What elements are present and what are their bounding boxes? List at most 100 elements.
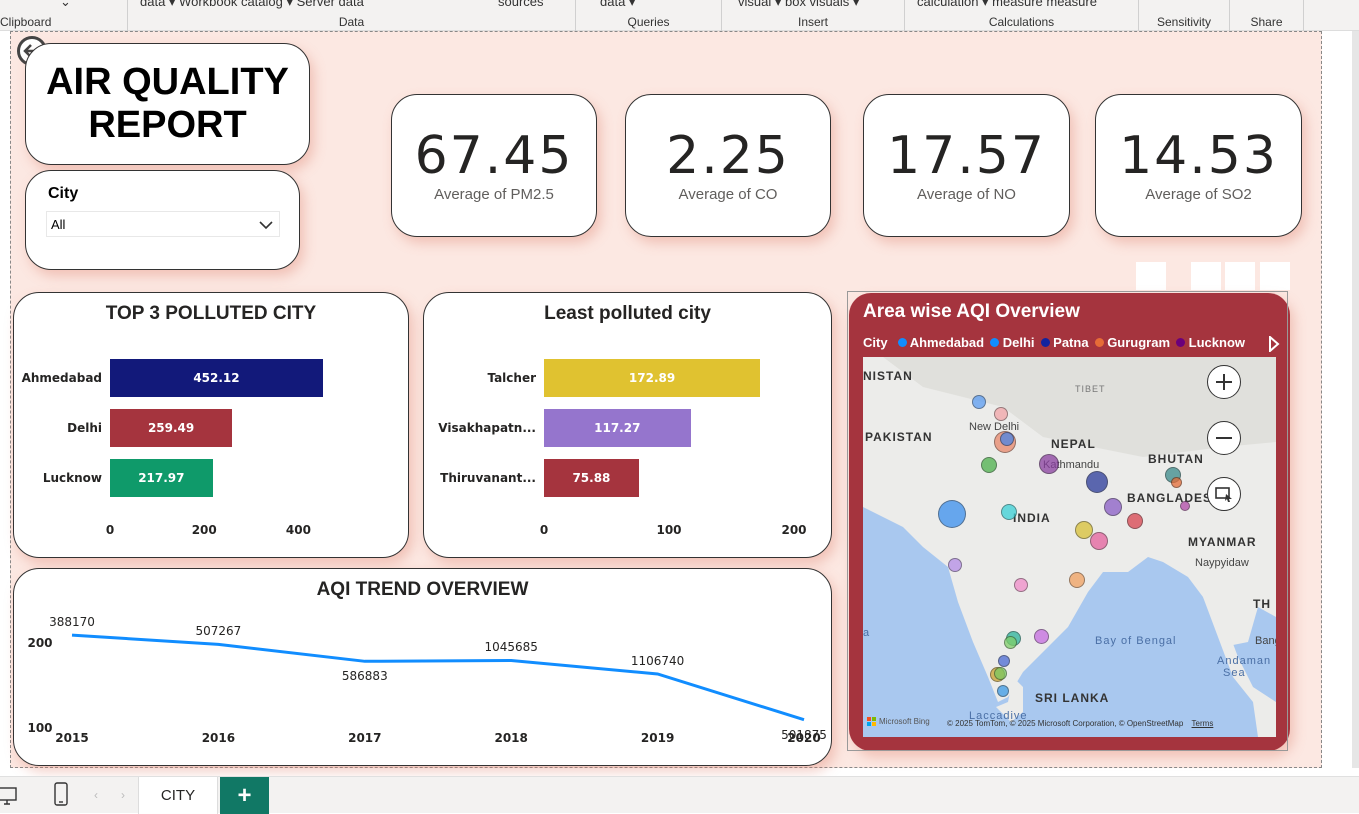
legend-item-patna[interactable]: Patna (1040, 335, 1089, 350)
map-bubble (994, 407, 1008, 421)
map-bubble (1090, 532, 1108, 550)
report-canvas: AIR QUALITY REPORT City All 67.45 Averag… (10, 31, 1322, 768)
kpi-card-co: 2.25 Average of CO (625, 94, 831, 237)
top3-bar[interactable]: 217.97 (110, 459, 213, 497)
ribbon-group-share[interactable]: Share (1230, 0, 1304, 31)
add-page-button[interactable]: + (220, 777, 269, 814)
prev-page-icon[interactable]: ‹ (94, 788, 98, 802)
map-place-label: PAKISTAN (865, 430, 933, 444)
plus-icon (1216, 374, 1232, 390)
report-title-line2: REPORT (88, 104, 247, 146)
trend-x-tick-label: 2018 (494, 731, 528, 745)
bing-label: Microsoft Bing (879, 717, 930, 726)
top3-bar[interactable]: 259.49 (110, 409, 233, 447)
legend-dot (1040, 338, 1050, 347)
map-bubble (1014, 578, 1028, 592)
trend-chart-card[interactable]: AQI TREND OVERVIEW 2015 388170 2016 507267 2… (13, 568, 832, 766)
legend-item-ahmedabad[interactable]: Ahmedabad (897, 335, 984, 350)
city-dropdown[interactable]: All (46, 211, 280, 237)
visual-header-icon-3[interactable] (1225, 262, 1255, 290)
map-place-label: Sea (1223, 667, 1246, 679)
windows-logo-icon (867, 717, 876, 726)
ribbon: ⌄ Clipboard data ▾ Workbook catalog ▾ Se… (0, 0, 1359, 31)
map-area[interactable]: NISTAN PAKISTAN TIBET New Delhi NEPAL Kathman… (863, 357, 1276, 737)
visual-header-icon-4[interactable] (1260, 262, 1290, 290)
trend-data-label: 501875 (781, 727, 827, 742)
map-bubble (972, 395, 986, 409)
visual-header-icon-1[interactable] (1136, 262, 1166, 290)
trend-plot (71, 633, 805, 722)
least-bar[interactable]: 117.27 (544, 409, 691, 447)
top3-data-label: 217.97 (138, 471, 185, 485)
vertical-scrollbar[interactable] (1352, 31, 1359, 768)
least-tick-label: 0 (539, 523, 549, 537)
ribbon-data-buttons[interactable]: data ▾ Workbook catalog ▾ Server data (140, 0, 364, 10)
ribbon-group-insert: visual ▾ box visuals ▾ Insert (722, 0, 905, 31)
kpi-card-pm25: 67.45 Average of PM2.5 (391, 94, 597, 237)
ribbon-clipboard-top[interactable]: ⌄ (60, 0, 71, 10)
top3-tick-label: 0 (105, 523, 115, 537)
top3-bar[interactable]: 452.12 (110, 359, 323, 397)
ribbon-queries-button[interactable]: data ▾ (600, 0, 635, 10)
ribbon-calc-buttons[interactable]: calculation ▾ measure measure (917, 0, 1097, 10)
legend-item-gurugram[interactable]: Gurugram (1094, 335, 1170, 350)
least-bar[interactable]: 75.88 (544, 459, 639, 497)
page-tab-city[interactable]: CITY (138, 777, 218, 814)
trend-y-tick-label: 100 (27, 721, 53, 735)
map-bubble (1127, 513, 1143, 529)
map-legend: City Ahmedabad Delhi Patna Gurugram Luck… (863, 335, 1245, 350)
ribbon-insert-buttons[interactable]: visual ▾ box visuals ▾ (738, 0, 859, 10)
ribbon-group-queries: data ▾ Queries (576, 0, 722, 31)
ribbon-clipboard-label: Clipboard (0, 15, 52, 29)
top3-tick-label: 200 (191, 523, 217, 537)
ribbon-queries-label: Queries (627, 15, 670, 29)
legend-item-delhi[interactable]: Delhi (990, 335, 1035, 350)
legend-next-icon[interactable] (1268, 336, 1280, 352)
map-place-label: New Delhi (969, 421, 1020, 433)
city-dropdown-value: All (51, 217, 66, 232)
ribbon-group-calculations: calculation ▾ measure measure Calculatio… (905, 0, 1139, 31)
ribbon-group-sensitivity[interactable]: Sensitivity (1139, 0, 1230, 31)
kpi-value-so2: 14.53 (1119, 126, 1278, 186)
legend-dot (897, 338, 907, 347)
legend-item-lucknow[interactable]: Lucknow (1176, 335, 1245, 350)
desktop-view-icon[interactable] (0, 785, 18, 807)
mobile-view-icon[interactable] (53, 782, 69, 808)
trend-series-line[interactable] (71, 633, 805, 722)
kpi-value-pm25: 67.45 (414, 126, 574, 186)
top3-chart-card[interactable]: TOP 3 POLLUTED CITY Ahmedabad 452.12 Delhi… (13, 292, 409, 558)
legend-label: Patna (1053, 335, 1089, 350)
ribbon-data-sources[interactable]: sources (498, 0, 544, 9)
map-bubble (1180, 501, 1190, 511)
visual-header-icon-2[interactable] (1191, 262, 1221, 290)
map-place-label: MYANMAR (1188, 535, 1257, 549)
map-select-icon (1215, 487, 1232, 502)
ribbon-sensitivity-label: Sensitivity (1156, 15, 1212, 29)
add-page-icon: + (237, 781, 252, 809)
page-tab-label: CITY (160, 787, 196, 804)
least-data-label: 117.27 (594, 421, 641, 435)
least-chart-card[interactable]: Least polluted city Talcher 172.89 Visakha… (423, 292, 832, 558)
kpi-label-pm25: Average of PM2.5 (434, 186, 554, 203)
least-bar[interactable]: 172.89 (544, 359, 761, 397)
trend-data-label: 1106740 (630, 654, 685, 668)
map-visual[interactable]: Area wise AQI Overview City Ahmedabad De… (849, 293, 1290, 751)
zoom-out-button[interactable] (1207, 421, 1241, 455)
trend-data-label: 507267 (195, 624, 242, 639)
ribbon-insert-label: Insert (797, 15, 828, 29)
map-bubble (981, 457, 997, 473)
map-bubble (1170, 476, 1182, 488)
legend-label: Lucknow (1188, 335, 1245, 350)
ribbon-group-data: data ▾ Workbook catalog ▾ Server data so… (128, 0, 576, 31)
terms-link[interactable]: Terms (1192, 719, 1214, 728)
top3-tick-label: 400 (285, 523, 311, 537)
zoom-in-button[interactable] (1207, 365, 1241, 399)
map-bubble (1033, 628, 1049, 644)
next-page-icon[interactable]: › (121, 788, 125, 802)
map-bubble (997, 685, 1009, 697)
ribbon-data-label: Data (338, 15, 365, 29)
trend-x-tick-label: 2019 (640, 731, 675, 745)
chevron-down-icon (259, 221, 273, 230)
map-style-button[interactable] (1207, 477, 1241, 511)
map-bubble (938, 500, 966, 528)
